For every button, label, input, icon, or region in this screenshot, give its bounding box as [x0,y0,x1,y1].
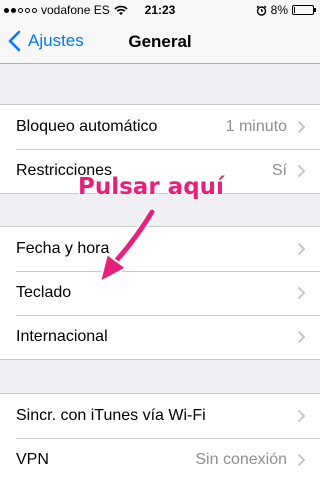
status-bar: vodafone ES 21:23 8% [0,0,320,20]
settings-general-screen: vodafone ES 21:23 8% Ajustes General Blo… [0,0,320,480]
row-itunes-wifi-sync[interactable]: Sincr. con iTunes vía Wi-Fi [0,394,320,438]
chevron-right-icon [297,409,306,423]
row-keyboard[interactable]: Teclado [0,271,320,315]
row-vpn[interactable]: VPN Sin conexión [0,438,320,480]
alarm-icon [256,5,267,16]
row-label: Fecha y hora [16,240,110,257]
chevron-right-icon [297,453,306,467]
row-label: Internacional [16,328,108,345]
row-label: Sincr. con iTunes vía Wi-Fi [16,407,206,424]
settings-group-network: Sincr. con iTunes vía Wi-Fi VPN Sin cone… [0,393,320,480]
chevron-right-icon [297,120,306,134]
row-international[interactable]: Internacional [0,315,320,359]
annotation-label: Pulsar aquí [78,174,224,200]
row-label: VPN [16,451,49,468]
navigation-bar: Ajustes General [0,20,320,64]
row-label: Teclado [16,284,72,301]
page-title: General [128,32,192,51]
status-right: 8% [256,3,316,17]
row-auto-lock[interactable]: Bloqueo automático 1 minuto [0,105,320,149]
row-value: Sin conexión [195,451,287,468]
row-date-time[interactable]: Fecha y hora [0,227,320,271]
row-label: Bloqueo automático [16,118,158,135]
row-value: Sí [271,162,287,179]
chevron-right-icon [297,286,306,300]
battery-percent: 8% [270,3,288,17]
chevron-right-icon [297,164,306,178]
settings-group-regional: Fecha y hora Teclado Internacional [0,226,320,360]
row-value: 1 minuto [225,118,287,135]
chevron-right-icon [297,330,306,344]
battery-icon [292,5,316,15]
chevron-right-icon [297,242,306,256]
